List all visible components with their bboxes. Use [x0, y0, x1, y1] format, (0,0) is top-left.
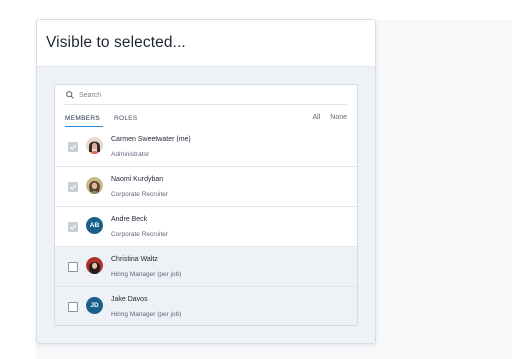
member-name: Jake Davos	[111, 296, 148, 303]
member-checkbox[interactable]	[68, 302, 78, 312]
member-list: Carmen Sweetwater (me) Administrator Nao…	[55, 127, 357, 325]
member-role: Administrator	[111, 151, 150, 158]
member-role: Hiring Manager (per job)	[111, 311, 182, 318]
member-name: Carmen Sweetwater (me)	[111, 136, 191, 143]
member-checkbox[interactable]	[68, 142, 78, 152]
list-item[interactable]: Christina Waltz Hiring Manager (per job)	[55, 247, 357, 287]
search-icon	[65, 90, 75, 100]
check-icon	[70, 224, 77, 230]
list-item[interactable]: Carmen Sweetwater (me) Administrator	[55, 127, 357, 167]
check-icon	[70, 144, 77, 150]
visibility-modal: Visible to selected... MEMBERS ROLES All…	[36, 19, 376, 344]
avatar: AB	[86, 217, 103, 234]
search-input[interactable]	[79, 91, 279, 99]
list-item[interactable]: Naomi Kurdyban Corporate Recruiter	[55, 167, 357, 207]
tab-members[interactable]: MEMBERS	[65, 115, 103, 128]
avatar: JD	[86, 297, 103, 314]
modal-body: MEMBERS ROLES All None	[37, 67, 375, 343]
select-none-link[interactable]: None	[330, 114, 347, 121]
modal-header: Visible to selected...	[37, 20, 375, 67]
member-name: Christina Waltz	[111, 256, 158, 263]
member-checkbox[interactable]	[68, 222, 78, 232]
member-name: Naomi Kurdyban	[111, 176, 164, 183]
avatar	[86, 177, 103, 194]
avatar	[86, 137, 103, 154]
select-links: All None	[312, 114, 347, 121]
select-all-link[interactable]: All	[312, 114, 320, 121]
avatar	[86, 257, 103, 274]
member-checkbox[interactable]	[68, 262, 78, 272]
member-checkbox[interactable]	[68, 182, 78, 192]
member-role: Corporate Recruiter	[111, 191, 169, 198]
member-name: Andre Beck	[111, 216, 148, 223]
modal-title: Visible to selected...	[46, 34, 186, 51]
member-picker-panel: MEMBERS ROLES All None	[54, 84, 358, 326]
check-icon	[70, 184, 77, 190]
member-role: Corporate Recruiter	[111, 231, 169, 238]
list-item[interactable]: AB Andre Beck Corporate Recruiter	[55, 207, 357, 247]
tab-bar: MEMBERS ROLES All None	[55, 105, 357, 128]
search-bar	[65, 85, 347, 105]
list-item[interactable]: JD Jake Davos Hiring Manager (per job)	[55, 287, 357, 325]
member-role: Hiring Manager (per job)	[111, 271, 182, 278]
tab-roles[interactable]: ROLES	[114, 115, 138, 127]
